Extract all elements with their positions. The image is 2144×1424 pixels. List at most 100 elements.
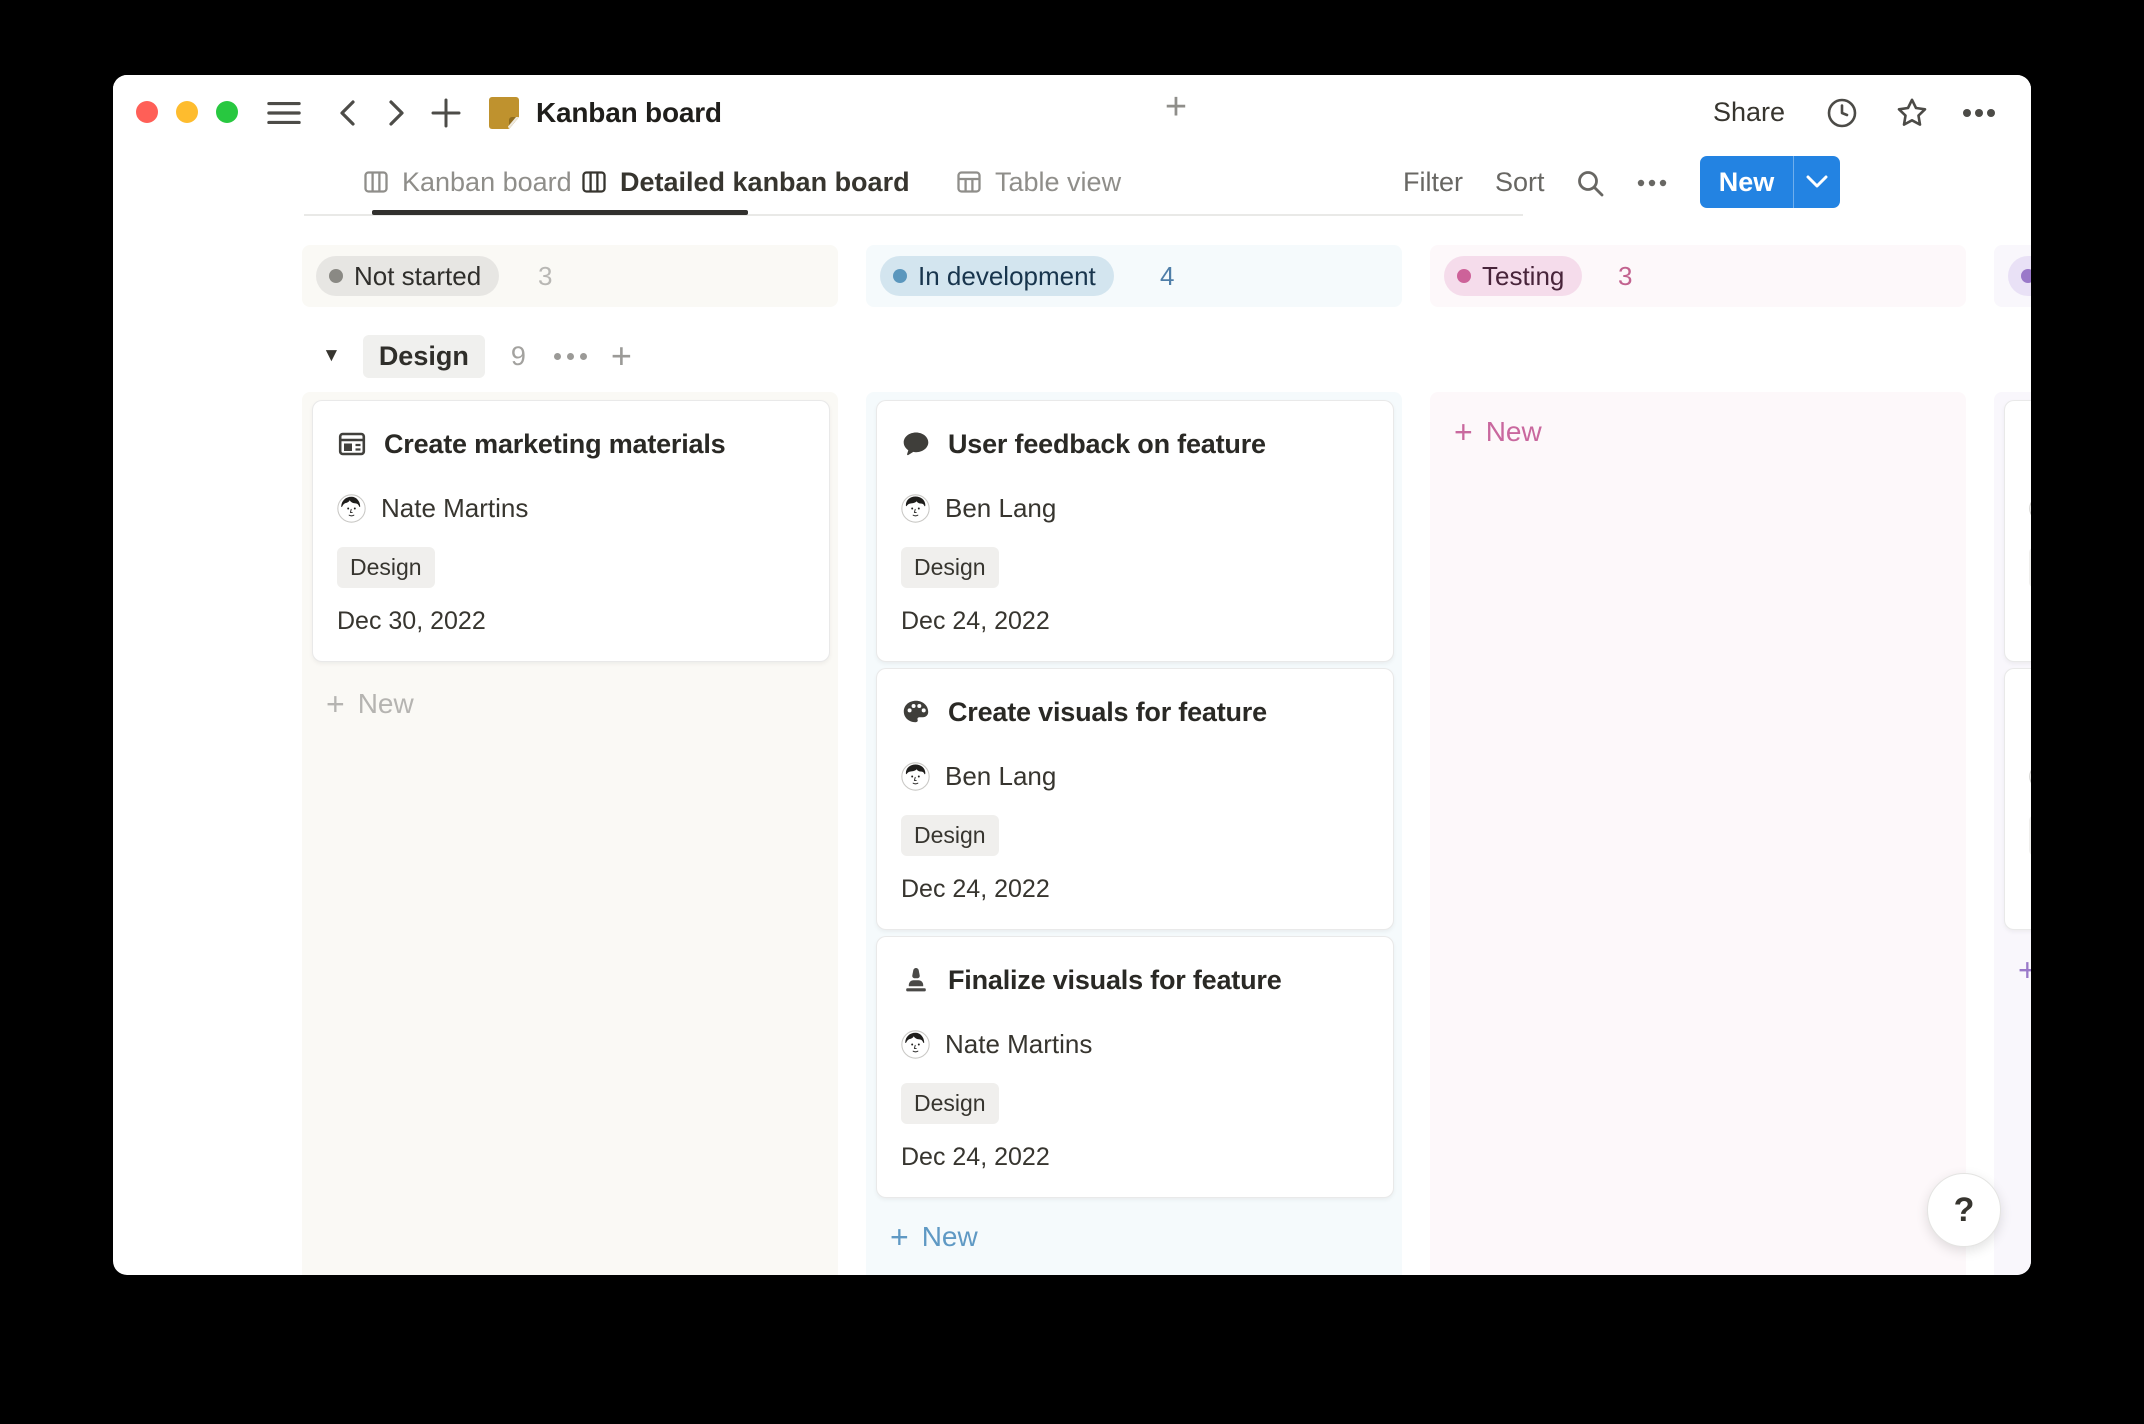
board-view-icon	[363, 169, 389, 195]
card-finalize-visuals-for-feature[interactable]: Finalize visuals for feature Nate Martin…	[876, 936, 1394, 1198]
column-not-started: Not started 3 Create marketing materials	[302, 245, 838, 1275]
forward-icon[interactable]	[379, 96, 413, 130]
tab-table-view[interactable]: Table view	[956, 150, 1121, 214]
assignee-name: Ben Lang	[945, 493, 1056, 524]
share-button[interactable]: Share	[1713, 75, 1785, 150]
card-title-row: Create marketing materials	[337, 427, 725, 461]
tag-design: Design	[337, 547, 435, 588]
add-view-icon[interactable]: +	[1156, 87, 1196, 127]
filter-button[interactable]: Filter	[1403, 150, 1463, 214]
card-date: D	[2029, 875, 2031, 904]
card-assignee-row: Ben Lang	[901, 493, 1056, 523]
card-partial-2[interactable]: D D	[2004, 668, 2031, 930]
status-pill-partial[interactable]	[2008, 256, 2031, 296]
new-card-label: New	[1486, 416, 1542, 448]
avatar	[2029, 762, 2031, 791]
new-card-button[interactable]: + New	[890, 1221, 978, 1253]
card-tag-row: Design	[337, 547, 435, 588]
column-partial: D D	[1994, 245, 2031, 1275]
tag-design: Design	[901, 1083, 999, 1124]
status-dot	[893, 269, 907, 283]
card-date: D	[2029, 607, 2031, 636]
card-create-visuals-for-feature[interactable]: Create visuals for feature Ben Lang Desi…	[876, 668, 1394, 930]
app-window: Kanban board Share Kanban board Det	[113, 75, 2031, 1275]
column-header: Not started 3	[302, 245, 838, 307]
group-add-icon[interactable]: +	[611, 338, 632, 374]
avatar	[901, 494, 930, 523]
back-icon[interactable]	[331, 96, 365, 130]
column-cards-area: + New	[1430, 392, 1966, 1275]
card-assignee-row: Ben Lang	[901, 761, 1056, 791]
updates-clock-icon[interactable]	[1825, 96, 1859, 130]
sidebar-menu-icon[interactable]	[267, 96, 301, 130]
column-cards-area: Create marketing materials Nate Martins …	[302, 392, 838, 1275]
status-dot	[1457, 269, 1471, 283]
status-pill-in-development[interactable]: In development	[880, 256, 1114, 296]
card-assignee-row	[2029, 493, 2031, 523]
avatar	[337, 494, 366, 523]
minimize-window-button[interactable]	[176, 101, 198, 123]
status-dot	[329, 269, 343, 283]
tab-detailed-kanban-board[interactable]: Detailed kanban board	[581, 150, 910, 214]
page-title: Kanban board	[536, 75, 722, 150]
column-header: In development 4	[866, 245, 1402, 307]
card-tag-row: Design	[901, 1083, 999, 1124]
collapse-triangle-icon[interactable]: ▼	[322, 345, 341, 367]
new-button[interactable]: New	[1700, 156, 1840, 208]
card-title: Create visuals for feature	[948, 697, 1267, 728]
tab-label: Detailed kanban board	[620, 167, 910, 198]
help-button[interactable]: ?	[1927, 1173, 2001, 1247]
close-window-button[interactable]	[136, 101, 158, 123]
status-pill-not-started[interactable]: Not started	[316, 256, 499, 296]
view-options-icon[interactable]	[1634, 165, 1670, 201]
tab-label: Kanban board	[402, 167, 572, 198]
card-date: Dec 24, 2022	[901, 875, 1050, 904]
plus-icon: +	[1454, 416, 1473, 448]
desktop-background: Kanban board Share Kanban board Det	[0, 0, 2144, 1424]
card-partial-1[interactable]: D D	[2004, 400, 2031, 662]
avatar	[901, 762, 930, 791]
tab-kanban-board[interactable]: Kanban board	[363, 150, 572, 214]
card-tag-row: Design	[901, 547, 999, 588]
favorite-star-icon[interactable]	[1895, 96, 1929, 130]
column-cards-area: D D	[1994, 392, 2031, 1275]
card-title-row: Create visuals for feature	[901, 695, 1267, 729]
chevron-down-icon[interactable]	[1794, 175, 1840, 189]
status-dot	[2021, 269, 2031, 283]
card-assignee-row: Nate Martins	[337, 493, 528, 523]
kanban-board: Not started 3 Create marketing materials	[113, 245, 2031, 1275]
new-card-button[interactable]: + New	[2018, 954, 2031, 986]
plus-icon: +	[326, 688, 345, 720]
sort-button[interactable]: Sort	[1495, 150, 1545, 214]
status-label: Testing	[1482, 261, 1564, 292]
board-view-icon	[581, 169, 607, 195]
stamp-icon	[901, 965, 931, 995]
group-name-pill[interactable]: Design	[363, 335, 485, 378]
zoom-window-button[interactable]	[216, 101, 238, 123]
new-card-button[interactable]: + New	[326, 688, 414, 720]
table-view-icon	[956, 169, 982, 195]
card-user-feedback-on-feature[interactable]: User feedback on feature Ben Lang Design…	[876, 400, 1394, 662]
card-title-row: Finalize visuals for feature	[901, 963, 1282, 997]
title-bar: Kanban board Share	[113, 75, 2031, 150]
status-pill-testing[interactable]: Testing	[1444, 256, 1582, 296]
group-options-icon[interactable]	[554, 353, 587, 360]
group-count: 9	[511, 341, 526, 372]
assignee-name: Nate Martins	[945, 1029, 1092, 1060]
column-count: 4	[1160, 256, 1174, 296]
card-date: Dec 30, 2022	[337, 607, 486, 636]
active-tab-underline	[372, 210, 748, 215]
card-assignee-row	[2029, 761, 2031, 791]
status-label: Not started	[354, 261, 481, 292]
tab-label: Table view	[995, 167, 1121, 198]
target-icon	[2029, 429, 2031, 459]
search-icon[interactable]	[1572, 165, 1608, 201]
page-emoji-icon	[485, 94, 523, 132]
card-create-marketing-materials[interactable]: Create marketing materials Nate Martins …	[312, 400, 830, 662]
new-card-label: New	[358, 688, 414, 720]
new-card-button[interactable]: + New	[1454, 416, 1542, 448]
column-testing: Testing 3 + New	[1430, 245, 1966, 1275]
card-title: User feedback on feature	[948, 429, 1266, 460]
new-page-plus-icon[interactable]	[429, 96, 463, 130]
more-options-icon[interactable]	[1962, 96, 1996, 130]
